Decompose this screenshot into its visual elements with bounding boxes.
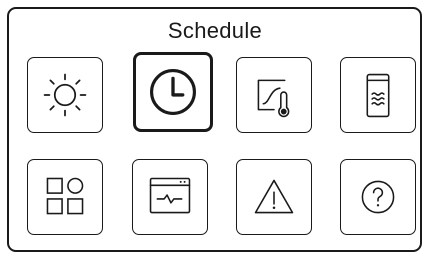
- monitor-icon: [149, 177, 191, 214]
- menu-tile-alarms[interactable]: [236, 159, 312, 235]
- page-title: Schedule: [167, 18, 263, 43]
- water-tank-icon: [366, 73, 390, 118]
- grid-icon: [46, 177, 84, 215]
- curve-thermometer-icon: [257, 79, 290, 118]
- menu-tile-hot-water[interactable]: [340, 57, 416, 133]
- menu-tile-schedule[interactable]: [133, 52, 213, 132]
- warning-icon: [254, 179, 294, 214]
- menu-tile-monitor[interactable]: [132, 159, 208, 235]
- help-icon: [361, 180, 395, 214]
- menu-tile-mode[interactable]: [27, 57, 103, 133]
- menu-tile-heating-curve[interactable]: [236, 57, 312, 133]
- menu-tile-apps[interactable]: [27, 159, 103, 235]
- menu-tile-help[interactable]: [340, 159, 416, 235]
- clock-icon: [150, 69, 196, 115]
- sun-icon: [43, 73, 87, 117]
